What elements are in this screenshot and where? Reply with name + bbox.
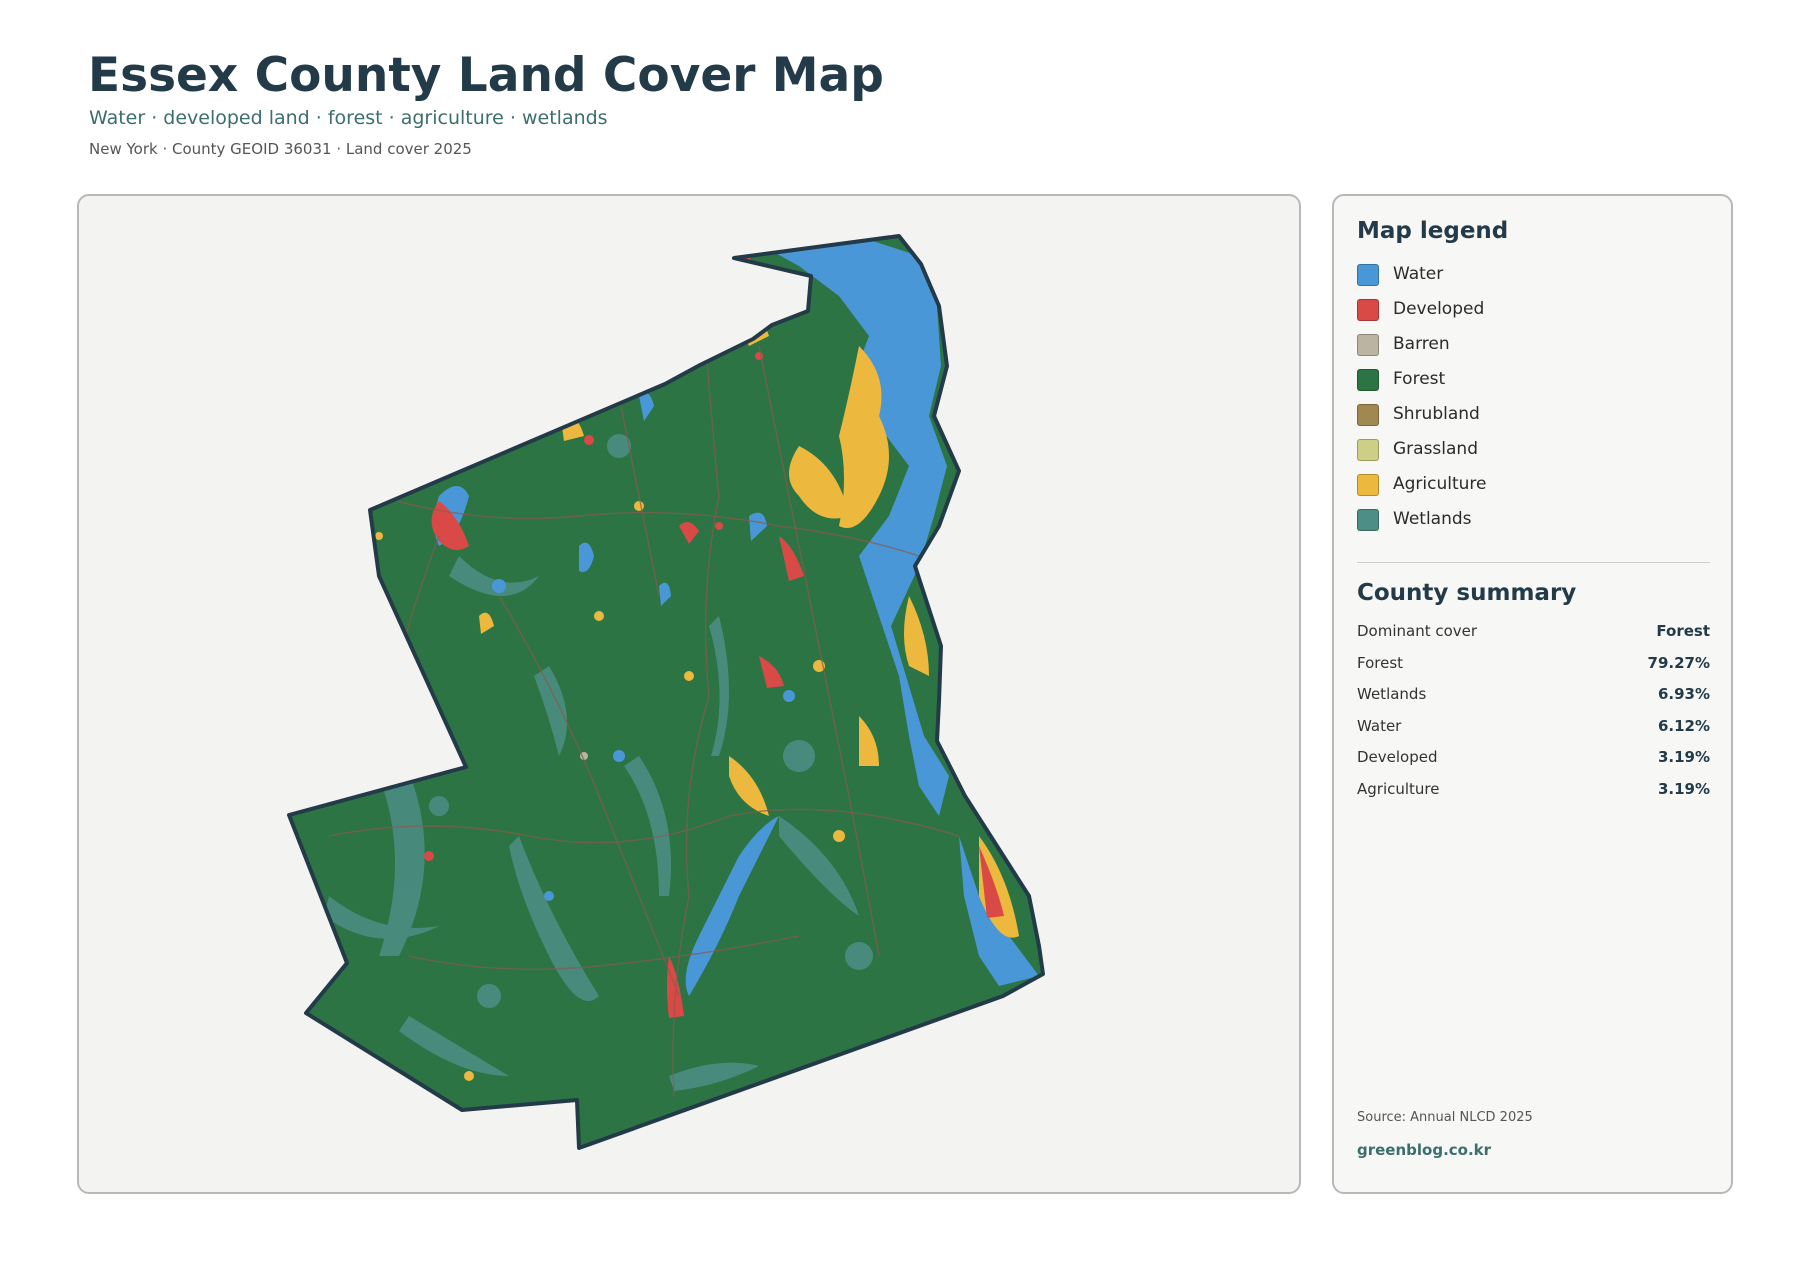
shrubland-swatch bbox=[1357, 404, 1379, 426]
legend-label: Agriculture bbox=[1393, 474, 1487, 494]
county-map[interactable] bbox=[79, 196, 1301, 1194]
summary-label: Dominant cover bbox=[1357, 622, 1478, 640]
credit-link[interactable]: greenblog.co.kr bbox=[1357, 1141, 1491, 1159]
legend-label: Forest bbox=[1393, 369, 1446, 389]
summary-label: Developed bbox=[1357, 748, 1438, 766]
legend-label: Shrubland bbox=[1393, 404, 1480, 424]
wetlands-swatch bbox=[1357, 509, 1379, 531]
legend-item-grassland: Grassland bbox=[1357, 439, 1487, 474]
legend-label: Water bbox=[1393, 264, 1444, 284]
forest-swatch bbox=[1357, 369, 1379, 391]
side-panel: Map legend Water Developed Barren Forest… bbox=[1332, 194, 1733, 1194]
summary-value: 6.93% bbox=[1657, 685, 1710, 703]
map-panel[interactable]: N bbox=[77, 194, 1301, 1194]
legend-item-water: Water bbox=[1357, 264, 1487, 299]
legend-list: Water Developed Barren Forest Shrubland … bbox=[1357, 264, 1487, 544]
legend-title: Map legend bbox=[1357, 218, 1509, 244]
agriculture-swatch bbox=[1357, 474, 1379, 496]
legend-item-forest: Forest bbox=[1357, 369, 1487, 404]
summary-list: Dominant cover Forest Forest 79.27% Wetl… bbox=[1357, 622, 1710, 811]
summary-row: Forest 79.27% bbox=[1357, 654, 1710, 686]
summary-label: Agriculture bbox=[1357, 779, 1440, 798]
legend-label: Wetlands bbox=[1393, 509, 1472, 529]
summary-row: Agriculture 3.19% bbox=[1357, 780, 1710, 812]
page-title: Essex County Land Cover Map bbox=[88, 48, 884, 103]
legend-label: Grassland bbox=[1393, 439, 1478, 459]
forest-base bbox=[289, 236, 1043, 1148]
page-subtitle: Water · developed land · forest · agricu… bbox=[89, 107, 608, 129]
legend-label: Developed bbox=[1393, 299, 1485, 319]
source-note: Source: Annual NLCD 2025 bbox=[1357, 1110, 1533, 1125]
page-meta: New York · County GEOID 36031 · Land cov… bbox=[89, 140, 472, 158]
legend-item-developed: Developed bbox=[1357, 299, 1487, 334]
summary-row: Water 6.12% bbox=[1357, 717, 1710, 749]
summary-label: Wetlands bbox=[1357, 685, 1427, 703]
summary-title: County summary bbox=[1357, 580, 1577, 606]
summary-label: Forest bbox=[1357, 653, 1404, 672]
legend-label: Barren bbox=[1393, 334, 1450, 354]
grassland-swatch bbox=[1357, 439, 1379, 461]
summary-value: 6.12% bbox=[1657, 716, 1710, 735]
county-land-cover bbox=[289, 236, 1043, 1148]
legend-item-shrubland: Shrubland bbox=[1357, 404, 1487, 439]
summary-value: 3.19% bbox=[1657, 779, 1710, 798]
legend-item-wetlands: Wetlands bbox=[1357, 509, 1487, 544]
water-swatch bbox=[1357, 264, 1379, 286]
summary-row: Wetlands 6.93% bbox=[1357, 685, 1710, 717]
legend-item-agriculture: Agriculture bbox=[1357, 474, 1487, 509]
summary-row: Dominant cover Forest bbox=[1357, 622, 1710, 654]
summary-value: 3.19% bbox=[1657, 748, 1710, 766]
summary-label: Water bbox=[1357, 716, 1402, 735]
summary-value: 79.27% bbox=[1647, 653, 1710, 672]
legend-item-barren: Barren bbox=[1357, 334, 1487, 369]
barren-swatch bbox=[1357, 334, 1379, 356]
developed-swatch bbox=[1357, 299, 1379, 321]
summary-row: Developed 3.19% bbox=[1357, 748, 1710, 780]
divider bbox=[1357, 562, 1710, 563]
summary-value: Forest bbox=[1656, 622, 1710, 640]
